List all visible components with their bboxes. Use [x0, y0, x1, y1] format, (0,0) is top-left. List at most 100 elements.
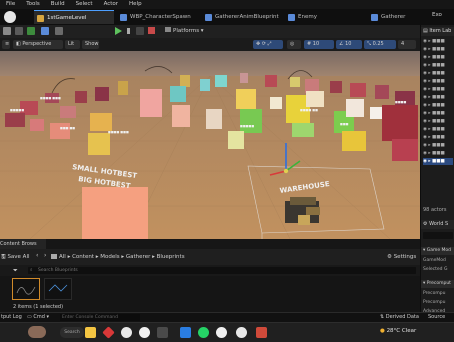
taskbar-search[interactable]: Search: [60, 327, 84, 338]
file-explorer-icon[interactable]: [85, 327, 96, 338]
derived-data-button[interactable]: ⇅ Derived Data: [380, 314, 419, 320]
breadcrumb-blueprints[interactable]: Blueprints: [157, 254, 185, 260]
outliner-row[interactable]: ◉ ▸ ■■■: [423, 46, 453, 53]
transform-tools[interactable]: ✥ ⟳ ⤢: [253, 40, 283, 49]
menu-actor[interactable]: Actor: [98, 0, 123, 7]
save-all-button[interactable]: 🖫 Save All: [1, 252, 30, 262]
outliner-row[interactable]: ◉ ▸ ■■■: [423, 54, 453, 61]
unreal-icon[interactable]: [139, 327, 150, 338]
breadcrumb-all[interactable]: All: [59, 254, 66, 260]
filter-icon[interactable]: ⏷: [13, 267, 18, 275]
tab-label: 1stGameLevel: [47, 15, 87, 21]
chrome-icon[interactable]: [121, 327, 132, 338]
perspective-button[interactable]: ◧ Perspective: [13, 40, 63, 49]
outliner-row[interactable]: ◉ ▸ ■■■: [423, 86, 453, 93]
unreal-editor-icon[interactable]: [216, 327, 227, 338]
scale-snap[interactable]: ⤡ 0.25: [364, 40, 396, 49]
show-button[interactable]: Show: [82, 40, 99, 49]
outliner-row[interactable]: ◉ ▸ ■■■: [423, 150, 453, 157]
content-icon[interactable]: [27, 27, 35, 35]
console-input[interactable]: Enter Console Command: [60, 314, 140, 321]
asset-tile[interactable]: [12, 278, 40, 300]
asset-tile[interactable]: [44, 278, 72, 300]
tab-gathereranimblueprint[interactable]: GathererAnimBlueprint: [202, 10, 287, 24]
grid-snap[interactable]: # 10: [304, 40, 334, 49]
rotation-snap[interactable]: ∠ 10: [336, 40, 362, 49]
forward-icon[interactable]: ›: [44, 252, 46, 259]
breadcrumb-models[interactable]: Models: [100, 254, 119, 260]
scale-snap-icon: ⤡: [367, 41, 372, 47]
level-viewport[interactable]: ■■■■ ■■■ ■■■■■ ■■■ ■■ ■■■■ ■■■ ■■■■■ ■■■■ ■■…: [0, 51, 420, 239]
weather-animal-icon[interactable]: [28, 326, 46, 338]
output-log-button[interactable]: tput Log: [1, 314, 22, 320]
unreal-logo-icon: [4, 11, 16, 23]
outliner-row[interactable]: ◉ ▸ ■■■: [423, 110, 453, 117]
outliner-row-selected[interactable]: ◉ ▸ ■■■: [423, 158, 453, 165]
app-icon-2[interactable]: [256, 327, 267, 338]
outliner-row[interactable]: ◉ ▸ ■■■: [423, 134, 453, 141]
vscode-icon[interactable]: [180, 327, 191, 338]
platforms-dropdown[interactable]: Platforms ▾: [165, 27, 204, 36]
back-icon[interactable]: ‹: [36, 252, 38, 259]
lit-button[interactable]: Lit: [65, 40, 80, 49]
outliner-row[interactable]: ◉ ▸ ■■■: [423, 38, 453, 45]
cmd-dropdown[interactable]: ▭ Cmd ▾: [27, 314, 49, 320]
cinematics-icon[interactable]: [55, 27, 63, 35]
tab-enemy[interactable]: Enemy: [285, 10, 355, 24]
outliner-row[interactable]: ◉ ▸ ■■■: [423, 78, 453, 85]
output-log-label: tput Log: [1, 314, 22, 320]
menu-bar: File Tools Build Select Actor Help: [0, 0, 454, 9]
menu-file[interactable]: File: [0, 0, 20, 7]
outliner-row[interactable]: ◉ ▸ ■■■: [423, 118, 453, 125]
svg-text:■■■■■: ■■■■■: [240, 124, 254, 128]
source-control-button[interactable]: Source: [428, 314, 445, 320]
world-local-icon[interactable]: ◎: [287, 40, 301, 49]
stop-icon[interactable]: [148, 27, 155, 34]
camera-speed[interactable]: 4: [398, 40, 416, 49]
details-search[interactable]: [423, 232, 453, 239]
outliner-row[interactable]: ◉ ▸ ■■■: [423, 126, 453, 133]
outliner-row[interactable]: ◉ ▸ ■■■: [423, 142, 453, 149]
weather-widget[interactable]: ● 28°C Clear: [380, 328, 416, 334]
content-browser-tab-label: Content Brows: [0, 241, 37, 247]
tab-1stgamelevel[interactable]: 1stGameLevel: [34, 10, 114, 24]
settings-button[interactable]: ⚙ Settings: [387, 252, 416, 262]
tab-gatherer[interactable]: Gatherer: [368, 10, 420, 24]
chrome-icon-2[interactable]: [236, 327, 247, 338]
level-icon: [37, 15, 44, 22]
outliner-icon: ▤: [423, 28, 428, 34]
play-button[interactable]: [115, 27, 122, 35]
precompute-header[interactable]: ▾ Precomput: [421, 280, 454, 288]
whatsapp-icon[interactable]: [198, 327, 209, 338]
breadcrumb-gatherer[interactable]: Gatherer: [126, 254, 150, 260]
content-browser-tab[interactable]: Content Brows: [0, 239, 46, 249]
game-mode-header[interactable]: ▾ Game Mod: [421, 247, 454, 255]
outliner-tab[interactable]: ▤ Item Lab: [421, 27, 454, 36]
outliner-row[interactable]: ◉ ▸ ■■■: [423, 62, 453, 69]
world-settings-label: World S: [429, 221, 449, 227]
tab-wbp-characterspawn[interactable]: WBP_CharacterSpawn: [117, 10, 202, 24]
menu-help[interactable]: Help: [123, 0, 147, 7]
outliner-row[interactable]: ◉ ▸ ■■■: [423, 102, 453, 109]
save-icon[interactable]: [3, 27, 11, 35]
app-icon[interactable]: [157, 327, 168, 338]
outliner-row[interactable]: ◉ ▸ ■■■: [423, 94, 453, 101]
search-input[interactable]: ⌕ Search Blueprints: [28, 267, 416, 274]
play-options-icon[interactable]: [127, 28, 130, 34]
derived-data-label: Derived Data: [385, 314, 419, 320]
menu-select[interactable]: Select: [70, 0, 98, 7]
world-settings-tab[interactable]: ⚙ World S: [421, 220, 454, 229]
cmd-label: Cmd: [33, 314, 45, 320]
step-icon[interactable]: [136, 27, 144, 35]
menu-build[interactable]: Build: [45, 0, 70, 7]
viewport-menu-icon[interactable]: ≡: [2, 40, 10, 49]
document-tab-bar: 1stGameLevel WBP_CharacterSpawn Gatherer…: [0, 9, 454, 25]
selected-gamemode-row: Selected G: [423, 267, 448, 272]
git-icon[interactable]: [102, 326, 115, 339]
blueprint-menu-icon[interactable]: [41, 27, 49, 35]
outliner-row[interactable]: ◉ ▸ ■■■: [423, 70, 453, 77]
breadcrumb-content[interactable]: Content: [72, 254, 94, 260]
mode-select-icon[interactable]: [15, 27, 23, 35]
camera-icon: ◧: [16, 41, 21, 47]
menu-tools[interactable]: Tools: [20, 0, 45, 7]
